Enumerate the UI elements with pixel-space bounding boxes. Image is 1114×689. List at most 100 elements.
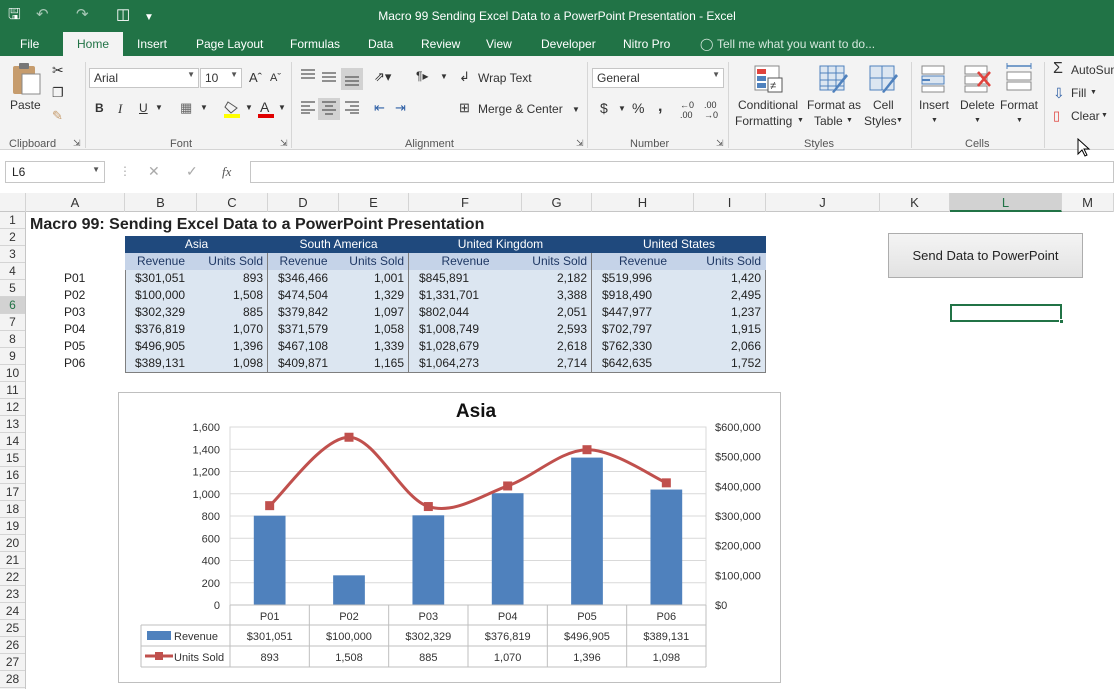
revenue-cell[interactable]: $702,797 [602,321,688,338]
cell-styles-button[interactable]: Cell [873,98,894,112]
subheader-revenue[interactable]: Revenue [409,253,522,270]
alignment-launcher-icon[interactable]: ⇲ [576,138,584,149]
align-center-icon[interactable] [318,98,340,120]
row-header[interactable]: 3 [0,246,25,263]
row-header[interactable]: 17 [0,484,25,501]
subheader-revenue[interactable]: Revenue [268,253,339,270]
align-right-icon[interactable] [344,100,360,114]
chevron-down-icon[interactable]: ▼ [92,165,100,174]
units-cell[interactable]: 885 [197,304,263,321]
tab-view[interactable]: View [486,37,512,51]
format-as-table-label2[interactable]: Table [814,114,843,128]
format-button[interactable]: Format [1000,98,1038,112]
row-header[interactable]: 12 [0,399,25,416]
paste-button[interactable]: Paste [10,98,41,112]
col-header[interactable]: D [268,193,339,212]
subheader-units[interactable]: Units Sold [197,253,268,270]
chevron-down-icon[interactable]: ▼ [155,103,163,112]
revenue-cell[interactable]: $802,044 [419,304,516,321]
insert-cells-icon[interactable] [920,64,948,94]
row-header[interactable]: 1 [0,212,25,229]
chevron-down-icon[interactable]: ▼ [846,117,853,124]
chevron-down-icon[interactable]: ▼ [245,103,253,112]
subheader-revenue[interactable]: Revenue [125,253,197,270]
italic-button[interactable]: I [118,101,122,117]
select-all-corner[interactable] [0,193,26,212]
revenue-cell[interactable]: $346,466 [278,270,333,287]
merge-center-button[interactable]: Merge & Center [478,102,563,116]
revenue-cell[interactable]: $376,819 [135,321,191,338]
units-cell[interactable]: 2,714 [522,355,587,372]
chevron-down-icon[interactable]: ▼ [440,72,448,81]
format-as-table-icon[interactable] [818,64,848,94]
chevron-down-icon[interactable]: ▼ [572,105,580,114]
col-header[interactable]: G [522,193,592,212]
merge-center-icon[interactable]: ⊞ [459,100,470,116]
chevron-down-icon[interactable]: ▼ [618,104,626,113]
revenue-cell[interactable]: $379,842 [278,304,333,321]
row-header[interactable]: 24 [0,603,25,620]
font-launcher-icon[interactable]: ⇲ [280,138,288,149]
number-format-combo[interactable]: General ▼ [592,68,724,88]
row-header[interactable]: 23 [0,586,25,603]
revenue-cell[interactable]: $474,504 [278,287,333,304]
fill-color-icon[interactable] [223,98,243,118]
row-header[interactable]: 15 [0,450,25,467]
enter-icon[interactable]: ✓ [186,163,198,180]
increase-font-icon[interactable]: Aˆ [249,70,262,85]
conditional-formatting-button[interactable]: Conditional [738,98,798,112]
format-as-table-button[interactable]: Format as [807,98,861,112]
row-header[interactable]: 2 [0,229,25,246]
units-cell[interactable]: 2,066 [694,338,761,355]
row-header[interactable]: 16 [0,467,25,484]
revenue-cell[interactable]: $467,108 [278,338,333,355]
revenue-cell[interactable]: $389,131 [135,355,191,372]
revenue-cell[interactable]: $1,028,679 [419,338,516,355]
chevron-down-icon[interactable]: ▼ [896,117,903,124]
orientation-icon[interactable]: ⇗▾ [374,69,391,85]
decrease-font-icon[interactable]: Aˇ [270,72,281,84]
revenue-cell[interactable]: $642,635 [602,355,688,372]
region-header[interactable]: Asia [125,236,268,253]
wrap-text-button[interactable]: Wrap Text [478,71,532,85]
name-box[interactable]: L6 ▼ [5,161,105,183]
revenue-cell[interactable]: $762,330 [602,338,688,355]
units-cell[interactable]: 3,388 [522,287,587,304]
delete-button[interactable]: Delete [960,98,995,112]
underline-button[interactable]: U [139,101,148,115]
row-header-selected[interactable]: 6 [0,297,25,314]
cell-styles-label2[interactable]: Styles [864,114,897,128]
increase-indent-icon[interactable]: ⇥ [395,100,406,116]
insert-button[interactable]: Insert [919,98,949,112]
number-launcher-icon[interactable]: ⇲ [716,138,724,149]
col-header[interactable]: A [26,193,125,212]
col-header[interactable]: M [1062,193,1114,212]
chevron-down-icon[interactable]: ▼ [200,103,208,112]
revenue-cell[interactable]: $1,331,701 [419,287,516,304]
units-cell[interactable]: 893 [197,270,263,287]
fill-handle[interactable] [1059,319,1064,324]
row-header[interactable]: 10 [0,365,25,382]
chevron-down-icon[interactable]: ▼ [931,117,938,124]
col-header[interactable]: C [197,193,268,212]
subheader-units[interactable]: Units Sold [694,253,766,270]
selected-cell-L6[interactable] [950,304,1064,324]
fill-icon[interactable]: ⇩ [1053,85,1065,102]
subheader-units[interactable]: Units Sold [522,253,592,270]
units-cell[interactable]: 2,618 [522,338,587,355]
send-to-powerpoint-button[interactable]: Send Data to PowerPoint [888,233,1083,278]
autosum-button[interactable]: AutoSum [1071,63,1114,77]
units-cell[interactable]: 1,165 [339,355,404,372]
eraser-icon[interactable]: ▯ [1053,108,1060,124]
cell-styles-icon[interactable] [868,64,898,94]
row-header[interactable]: 9 [0,348,25,365]
col-header[interactable]: E [339,193,409,212]
text-direction-icon[interactable]: ¶▸ [416,69,428,83]
region-header[interactable]: United States [592,236,766,253]
units-cell[interactable]: 2,593 [522,321,587,338]
clear-button[interactable]: Clear [1071,109,1100,123]
product-label[interactable]: P05 [64,338,85,355]
clipboard-launcher-icon[interactable]: ⇲ [73,138,81,149]
units-cell[interactable]: 1,058 [339,321,404,338]
tab-formulas[interactable]: Formulas [290,37,340,51]
